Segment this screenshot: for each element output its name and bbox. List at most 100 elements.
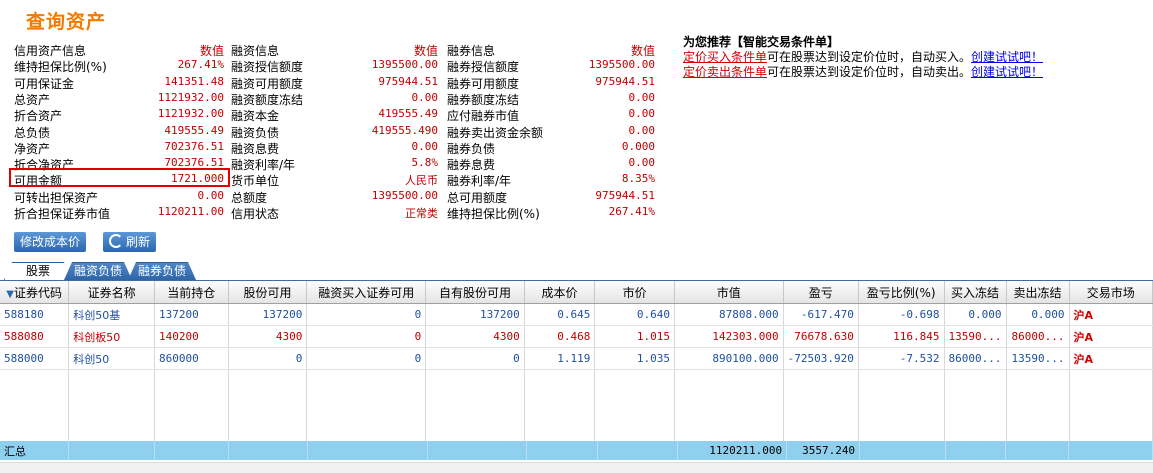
- position-tabs: 股票 融资负债 融券负债: [0, 261, 1153, 281]
- cell-pl: -72503.920: [783, 347, 859, 370]
- cell-buy-frozen: 13590...: [944, 325, 1007, 348]
- info-value: 1120211.00: [157, 205, 224, 218]
- info-label: 融资息费: [231, 141, 280, 156]
- tab-stocks[interactable]: 股票: [4, 262, 72, 280]
- column-header[interactable]: 证券名称: [68, 281, 155, 304]
- promo-panel: 为您推荐【智能交易条件单】 定价买入条件单可在股票达到设定价位时，自动买入。创建…: [683, 35, 1043, 80]
- info-value-header-1: 数值: [199, 44, 224, 58]
- table-row[interactable]: 588080 科创板50 140200 4300 0 4300 0.468 1.015 1423…: [0, 325, 1153, 348]
- column-header-label: 当前持仓: [167, 285, 216, 300]
- cell-mv: 890100.000: [674, 347, 784, 370]
- sell-condition-link[interactable]: 定价卖出条件单: [683, 65, 767, 79]
- column-header[interactable]: 融资买入证券可用: [306, 281, 427, 304]
- info-label: 折合资产: [14, 109, 63, 124]
- column-header[interactable]: 市值: [674, 281, 784, 304]
- info-label: 应付融券市值: [447, 109, 520, 124]
- info-label: 折合担保证券市值: [14, 207, 111, 221]
- info-value: 1121932.00: [157, 107, 224, 121]
- tab-margin-debt[interactable]: 融资负债: [64, 262, 132, 280]
- info-value: 141351.48: [164, 74, 224, 88]
- column-header-label: 自有股份可用: [438, 285, 511, 300]
- cell-margin-avail: 0: [306, 347, 427, 370]
- cell-sell-frozen: 86000...: [1006, 325, 1070, 348]
- info-label: 可转出担保资产: [14, 190, 99, 205]
- info-header-1: 信用资产信息: [14, 44, 87, 58]
- buy-try-link[interactable]: 创建试试吧！: [971, 50, 1043, 64]
- column-header[interactable]: 自有股份可用: [425, 281, 525, 304]
- info-value: 419555.49: [378, 107, 438, 121]
- table-row[interactable]: 588000 科创50 860000 0 0 0 1.119 1.035 890100.000-…: [0, 347, 1153, 370]
- buy-condition-link[interactable]: 定价买入条件单: [683, 50, 767, 64]
- buy-condition-text: 可在股票达到设定价位时，自动买入。: [767, 50, 972, 64]
- cell-market: 沪A: [1069, 303, 1153, 326]
- column-header[interactable]: 当前持仓: [154, 281, 229, 304]
- column-header[interactable]: 盈亏比例(%): [858, 281, 945, 304]
- info-value: 975944.51: [595, 74, 655, 88]
- column-header[interactable]: 市价: [594, 281, 675, 304]
- info-value: 1395500.00: [371, 188, 438, 202]
- info-value: 419555.490: [371, 123, 438, 137]
- column-header-label: 交易市场: [1086, 285, 1135, 300]
- column-header-label: 融资买入证券可用: [318, 285, 415, 300]
- info-value: 5.8%: [411, 156, 439, 170]
- column-header-label: 盈亏比例(%): [866, 285, 936, 300]
- table-row[interactable]: 588180 科创50基 137200 137200 0 137200 0.645 0.640…: [0, 303, 1153, 326]
- info-label: 总资产: [14, 92, 51, 107]
- cell-sell-frozen: 0.000: [1006, 303, 1070, 326]
- info-label: 融资授信额度: [231, 60, 304, 75]
- info-value-header-3: 数值: [630, 44, 655, 58]
- info-label: 融资可用额度: [231, 76, 304, 91]
- column-header[interactable]: 盈亏: [783, 281, 859, 304]
- column-header[interactable]: ▼证券代码: [0, 281, 70, 304]
- column-header[interactable]: 成本价: [524, 281, 596, 304]
- sort-desc-icon: ▼: [6, 288, 14, 300]
- info-label: 可用保证金: [14, 76, 75, 91]
- info-value: 1395500.00: [588, 58, 655, 72]
- info-value: 0.00: [628, 107, 656, 121]
- info-label: 融券卖出资金余额: [447, 125, 544, 140]
- info-value: 1395500.00: [371, 58, 438, 72]
- horizontal-scrollbar[interactable]: [0, 462, 1153, 473]
- info-value: 0.00: [628, 90, 656, 104]
- column-header-label: 盈亏: [808, 285, 833, 300]
- info-value: 975944.51: [378, 74, 438, 88]
- cell-hold: 137200: [154, 303, 229, 326]
- cell-price: 1.015: [594, 325, 675, 348]
- refresh-button[interactable]: 刷新: [103, 232, 157, 252]
- info-label: 融资负债: [231, 125, 280, 140]
- cell-margin-avail: 0: [306, 303, 427, 326]
- info-label: 融资利率/年: [231, 158, 296, 173]
- cell-cost: 1.119: [524, 347, 596, 370]
- column-header-label: 市价: [622, 285, 647, 300]
- positions-table: ▼证券代码 证券名称 当前持仓 股份可用 融资买入证券可用 自有股份可用 成本价 市价 市值 盈亏…: [0, 281, 1153, 457]
- cell-pl-pct: 116.845: [858, 325, 945, 348]
- info-value: 0.00: [411, 90, 439, 104]
- modify-cost-button[interactable]: 修改成本价: [14, 232, 87, 252]
- column-header-label: 证券名称: [87, 285, 136, 300]
- column-header[interactable]: 股份可用: [228, 281, 308, 304]
- column-header[interactable]: 卖出冻结: [1006, 281, 1070, 304]
- info-label: 融券利率/年: [447, 174, 512, 189]
- tab-short-debt[interactable]: 融券负债: [128, 262, 196, 280]
- info-value: 0.000: [621, 139, 655, 153]
- cell-mv: 87808.000: [674, 303, 784, 326]
- info-value: 8.35%: [621, 172, 655, 186]
- info-label: 货币单位: [231, 174, 280, 189]
- info-label: 融券授信额度: [447, 60, 520, 75]
- cell-market: 沪A: [1069, 325, 1153, 348]
- info-value: 975944.51: [595, 188, 655, 202]
- column-header[interactable]: 交易市场: [1069, 281, 1153, 304]
- sell-condition-text: 可在股票达到设定价位时，自动卖出。: [767, 65, 972, 79]
- cell-own-avail: 137200: [425, 303, 525, 326]
- cell-name: 科创50: [68, 347, 155, 370]
- info-value-header-2: 数值: [413, 44, 438, 58]
- column-header-label: 卖出冻结: [1013, 285, 1062, 300]
- cell-cost: 0.468: [524, 325, 596, 348]
- info-value: 702376.51: [164, 139, 224, 153]
- column-header[interactable]: 买入冻结: [944, 281, 1007, 304]
- cell-price: 1.035: [594, 347, 675, 370]
- sell-try-link[interactable]: 创建试试吧！: [971, 65, 1043, 79]
- info-value: 267.41%: [177, 58, 224, 72]
- column-header-label: 成本价: [541, 285, 578, 300]
- info-label: 融券负债: [447, 141, 496, 156]
